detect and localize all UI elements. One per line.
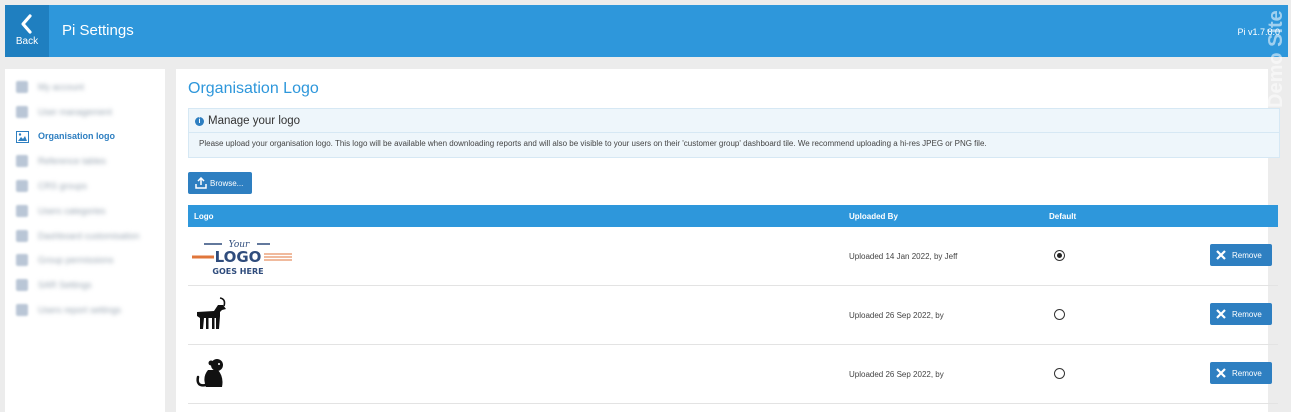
page-title: Organisation Logo [188,80,319,97]
remove-label: Remove [1232,251,1262,260]
back-button[interactable]: Back [5,5,49,57]
sidebar-item-user-management[interactable]: User management [16,105,164,121]
remove-button[interactable]: Remove [1210,244,1272,266]
uploaded-by-text: Uploaded 26 Sep 2022, by [849,311,944,320]
grid-icon [16,254,28,266]
logo-table-header: Logo Uploaded By Default [188,205,1278,227]
sidebar-item-crs-groups[interactable]: CRS groups [16,179,164,195]
close-icon [1216,368,1226,378]
main-panel: Organisation Logo i Manage your logo Plea… [176,69,1280,412]
top-bar: Back Pi Settings Pi v1.7.8.0 Demo Site [5,5,1288,108]
sidebar-item-dashboard-customisation[interactable]: Dashboard customisation [16,229,164,245]
remove-label: Remove [1232,310,1262,319]
group-icon [16,180,28,192]
sidebar-item-label: CRS groups [38,181,88,191]
sidebar-item-my-account[interactable]: My account [16,80,164,96]
sidebar-item-users-report-settings[interactable]: Users report settings [16,303,164,319]
users-icon [16,106,28,118]
svg-text:GOES HERE: GOES HERE [212,267,263,276]
grid-icon [16,304,28,316]
header-default: Default [1049,212,1077,221]
close-icon [1216,250,1226,260]
upload-icon [195,177,207,189]
uploaded-by-text: Uploaded 14 Jan 2022, by Jeff [849,252,958,261]
sidebar-item-reference-tables[interactable]: Reference tables [16,154,164,170]
remove-button[interactable]: Remove [1210,362,1272,384]
table-row: Uploaded 26 Sep 2022, by Remove [188,345,1278,404]
sidebar-item-group-permissions[interactable]: Group permissions [16,253,164,269]
browse-button[interactable]: Browse... [188,172,252,194]
sidebar-item-sar-settings[interactable]: SAR Settings [16,278,164,294]
pen-icon [16,230,28,242]
sidebar-item-label: My account [38,82,85,92]
your-logo-placeholder: Your LOGO GOES HERE [192,240,292,276]
monkey-icon [196,359,223,387]
default-radio[interactable] [1054,250,1065,261]
table-row: Your LOGO GOES HERE Uploaded 14 Jan 2022… [188,227,1278,286]
info-panel: i Manage your logo Please upload your org… [188,108,1280,158]
default-radio[interactable] [1054,368,1065,379]
sidebar-item-label: Organisation logo [38,131,116,141]
sidebar-item-organisation-logo[interactable]: Organisation logo [16,129,164,145]
info-title: i Manage your logo [195,115,300,127]
info-title-text: Manage your logo [208,115,301,127]
svg-text:LOGO: LOGO [215,248,262,266]
antelope-icon [197,297,226,329]
sidebar-item-label: SAR Settings [38,280,92,290]
doc-icon [16,279,28,291]
sidebar-item-label: User management [38,107,113,117]
close-icon [1216,309,1226,319]
sidebar-item-label: Users categories [38,206,106,216]
image-icon [16,130,29,143]
app-title: Pi Settings [62,22,134,39]
info-divider [189,132,1279,133]
grid-icon [16,205,28,217]
chevron-left-icon [21,14,32,34]
table-row: Uploaded 26 Sep 2022, by Remove [188,286,1278,345]
header-uploaded-by: Uploaded By [849,212,898,221]
sidebar-item-label: Reference tables [38,156,107,166]
info-text: Please upload your organisation logo. Th… [199,139,987,148]
remove-button[interactable]: Remove [1210,303,1272,325]
sidebar: My account User management Organisation … [5,69,165,412]
info-icon: i [195,117,204,126]
remove-label: Remove [1232,369,1262,378]
browse-label: Browse... [210,179,244,188]
back-label: Back [15,36,39,47]
sidebar-item-label: Dashboard customisation [38,231,140,241]
header-logo: Logo [194,212,214,221]
sidebar-item-label: Group permissions [38,255,114,265]
default-radio[interactable] [1054,309,1065,320]
sidebar-item-users-categories[interactable]: Users categories [16,204,164,220]
user-icon [16,81,28,93]
sidebar-item-label: Users report settings [38,305,122,315]
uploaded-by-text: Uploaded 26 Sep 2022, by [849,370,944,379]
table-icon [16,155,28,167]
